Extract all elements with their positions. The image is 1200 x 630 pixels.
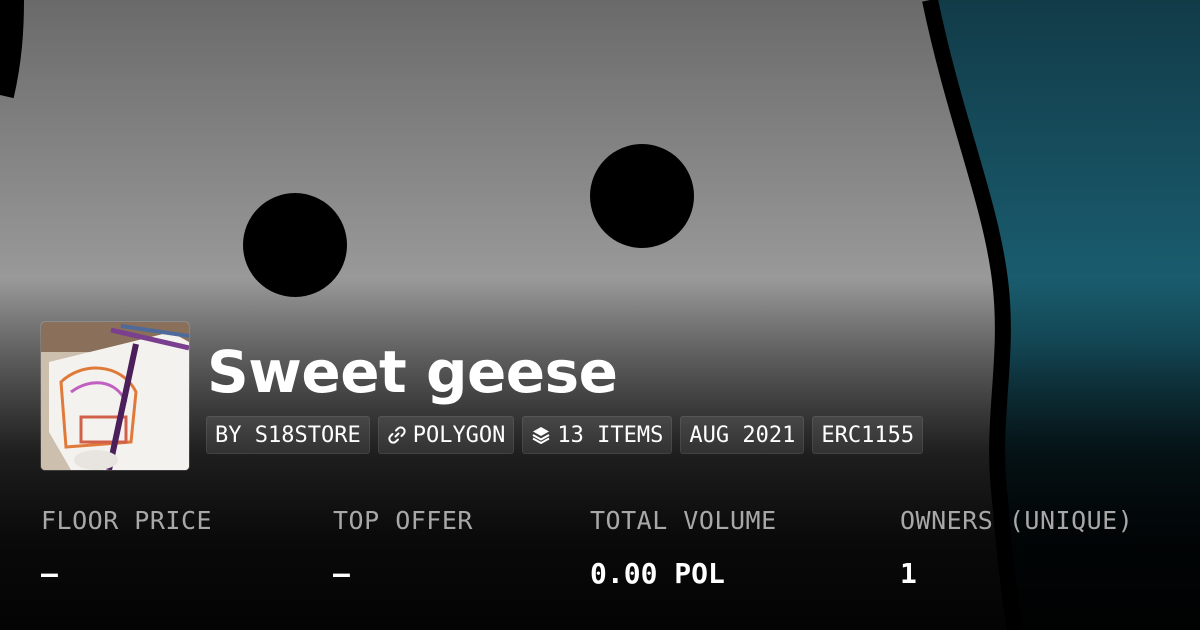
stat-top-offer: TOP OFFER – [333,506,473,590]
items-count-label: 13 ITEMS [557,422,664,448]
created-date-label: AUG 2021 [689,422,796,448]
stat-label: TOTAL VOLUME [590,506,777,535]
stat-total-volume: TOTAL VOLUME 0.00 POL [590,506,777,590]
items-count-tag[interactable]: 13 ITEMS [522,416,673,454]
creator-tag[interactable]: BY S18STORE [206,416,370,454]
stat-owners: OWNERS (UNIQUE) 1 [900,506,1133,590]
collection-title: Sweet geese [207,338,618,406]
token-standard-label: ERC1155 [821,422,915,448]
stat-value: – [333,557,350,590]
collection-avatar-image [41,322,189,470]
stat-label: FLOOR PRICE [41,506,213,535]
collection-tags: BY S18STORE POLYGON 13 ITEMS AUG 2021 ER… [206,416,924,454]
stat-label: TOP OFFER [333,506,473,535]
creator-tag-label: BY S18STORE [215,422,361,448]
stat-floor-price: FLOOR PRICE – [41,506,212,590]
chain-tag-label: POLYGON [412,422,506,448]
polygon-link-icon [387,425,407,445]
layers-icon [531,425,551,445]
token-standard-tag: ERC1155 [812,416,924,454]
collection-avatar[interactable] [41,322,189,470]
stat-value: – [41,557,58,590]
stat-value: 0.00 POL [590,557,725,590]
created-date-tag: AUG 2021 [680,416,805,454]
stat-value: 1 [900,557,917,590]
stat-label: OWNERS (UNIQUE) [900,506,1134,535]
chain-tag[interactable]: POLYGON [377,416,515,454]
collection-share-card: Sweet geese BY S18STORE POLYGON 13 ITEMS… [0,0,1200,630]
